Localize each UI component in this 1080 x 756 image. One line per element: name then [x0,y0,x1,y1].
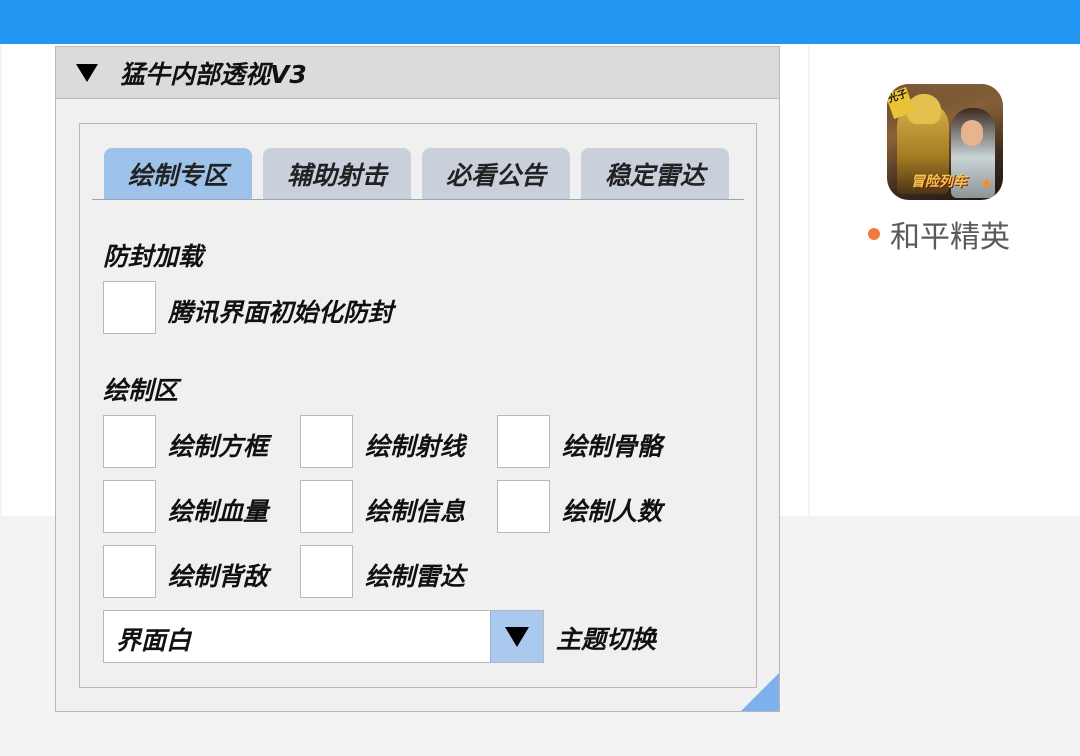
checkbox-label[interactable]: 绘制射线 [365,427,465,463]
tab-announcements[interactable]: 必看公告 [422,148,570,199]
game-app-icon[interactable]: 光子 冒险列车 ✶ [887,84,1003,200]
content-panel: 绘制专区 辅助射击 必看公告 稳定雷达 防封加载 腾讯界面初始化防封 绘制区 绘… [79,123,757,688]
theme-select-label: 主题切换 [556,625,657,654]
section-heading-draw: 绘制区 [103,376,179,405]
checkbox-label[interactable]: 绘制背敌 [168,557,268,593]
checkbox-label[interactable]: 绘制方框 [168,427,268,463]
checkbox-label[interactable]: 腾讯界面初始化防封 [168,293,393,329]
divider [0,44,2,516]
checkbox-draw-skeleton[interactable] [497,415,550,468]
checkbox-label[interactable]: 绘制雷达 [365,557,465,593]
tab-separator [92,199,744,200]
window-title: 猛牛内部透视V3 [120,59,307,89]
dropdown-button[interactable] [490,611,543,662]
tab-aim-assist[interactable]: 辅助射击 [263,148,411,199]
checkbox-draw-count[interactable] [497,480,550,533]
icon-tag-bottom: 冒险列车 [911,174,967,190]
window-title-bar[interactable]: 猛牛内部透视V3 [56,47,779,99]
checkbox-draw-info[interactable] [300,480,353,533]
app-name: 和平精英 [890,220,1010,255]
status-dot [868,228,880,240]
resize-grip-icon[interactable] [741,673,779,711]
star-icon: ✶ [979,174,995,195]
checkbox-draw-box[interactable] [103,415,156,468]
theme-select[interactable]: 界面白 [103,610,544,663]
tab-radar[interactable]: 稳定雷达 [581,148,729,199]
section-heading-protect: 防封加载 [103,242,204,271]
theme-select-value: 界面白 [116,626,192,655]
checkbox-init-protect[interactable] [103,281,156,334]
tab-draw[interactable]: 绘制专区 [104,148,252,199]
checkbox-draw-radar[interactable] [300,545,353,598]
checkbox-label[interactable]: 绘制骨骼 [562,427,662,463]
chevron-down-icon [505,627,529,647]
app-label[interactable]: 和平精英 [868,214,1038,255]
overlay-window: 猛牛内部透视V3 绘制专区 辅助射击 必看公告 稳定雷达 防封加载 腾讯界面初始… [55,46,780,712]
checkbox-label[interactable]: 绘制血量 [168,492,268,528]
checkbox-label[interactable]: 绘制人数 [562,492,662,528]
status-bar [0,0,1080,44]
checkbox-draw-behind-enemy[interactable] [103,545,156,598]
divider [808,44,810,516]
checkbox-draw-line[interactable] [300,415,353,468]
checkbox-draw-health[interactable] [103,480,156,533]
checkbox-label[interactable]: 绘制信息 [365,492,465,528]
collapse-triangle-icon[interactable] [76,63,98,82]
